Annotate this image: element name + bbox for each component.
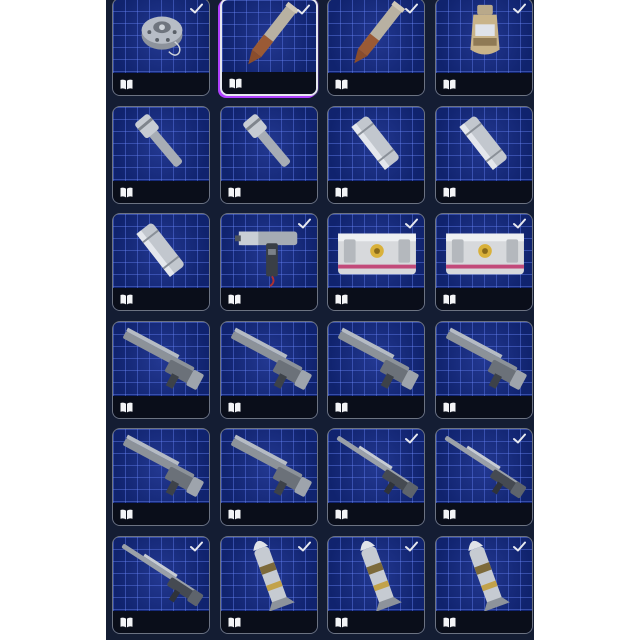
codex-book-icon <box>335 187 348 197</box>
item-tile[interactable] <box>327 428 425 526</box>
rifle-icon <box>445 327 527 390</box>
item-tile-footer <box>113 180 209 203</box>
codex-book-icon <box>120 79 133 90</box>
codex-book-icon <box>228 187 240 197</box>
item-tile[interactable] <box>219 428 318 526</box>
item-tile-footer <box>113 73 209 95</box>
item-tile-footer <box>113 395 209 418</box>
item-tile[interactable] <box>112 320 210 419</box>
checkmark-icon <box>405 433 418 444</box>
item-tile-footer <box>328 610 424 633</box>
item-tile-footer <box>328 395 424 418</box>
checkmark-icon <box>512 433 526 444</box>
codex-book-icon <box>443 79 455 90</box>
item-tile-footer <box>435 180 532 203</box>
item-tile-footer <box>220 180 317 203</box>
codex-book-icon <box>443 509 455 520</box>
item-tile[interactable] <box>112 0 210 96</box>
codex-book-icon <box>228 617 240 627</box>
canister-icon <box>136 223 184 277</box>
item-tile-footer <box>435 395 532 418</box>
item-tile[interactable] <box>219 0 318 96</box>
item-tile-footer <box>220 503 317 525</box>
item-tile[interactable] <box>219 105 318 204</box>
codex-book-icon <box>228 509 240 520</box>
item-tile-footer <box>220 610 317 633</box>
rifle-icon <box>230 327 312 390</box>
codex-book-icon <box>120 294 133 305</box>
item-tile[interactable] <box>434 428 533 526</box>
item-tile-footer <box>328 288 424 310</box>
item-tile-footer <box>435 288 532 310</box>
item-grid <box>106 0 534 640</box>
checkmark-icon <box>190 3 203 14</box>
checkmark-icon <box>405 3 418 14</box>
checkmark-icon <box>512 3 526 14</box>
codex-book-icon <box>335 79 348 90</box>
item-tile[interactable] <box>219 213 318 311</box>
item-tile[interactable] <box>434 0 533 96</box>
item-tile[interactable] <box>434 320 533 419</box>
checkmark-icon <box>512 218 526 229</box>
item-tile-footer <box>220 395 317 418</box>
item-tile[interactable] <box>327 0 425 96</box>
checkmark-icon <box>297 541 311 551</box>
grenade-icon <box>242 113 290 167</box>
item-tile-footer <box>328 180 424 203</box>
codex-book-icon <box>120 187 133 197</box>
item-tile[interactable] <box>327 320 425 419</box>
checkmark-icon <box>190 541 203 551</box>
item-tile[interactable] <box>327 213 425 311</box>
checkmark-icon <box>512 541 526 551</box>
item-tile[interactable] <box>112 535 210 634</box>
item-tile[interactable] <box>219 535 318 634</box>
item-tile[interactable] <box>434 535 533 634</box>
checkmark-icon <box>296 4 310 15</box>
item-tile[interactable] <box>112 213 210 311</box>
canister-icon <box>458 116 507 170</box>
codex-book-icon <box>120 509 133 520</box>
codex-book-icon <box>335 617 348 627</box>
codex-book-icon <box>443 187 455 197</box>
checkmark-icon <box>297 218 311 229</box>
rifle-icon <box>338 327 419 390</box>
item-tile-footer <box>435 503 532 525</box>
rifle-icon <box>123 327 204 390</box>
rifle-icon <box>230 434 312 497</box>
item-tile-footer <box>221 72 316 94</box>
item-tile[interactable] <box>434 105 533 204</box>
item-tile[interactable] <box>327 535 425 634</box>
item-tile-footer <box>328 73 424 95</box>
codex-book-icon <box>335 294 348 305</box>
codex-book-icon <box>443 402 455 412</box>
codex-book-icon <box>443 294 455 305</box>
item-tile-footer <box>220 288 317 310</box>
item-tile-footer <box>113 610 209 633</box>
item-tile[interactable] <box>434 213 533 311</box>
item-grid-panel <box>106 0 534 640</box>
item-tile-footer <box>435 73 532 95</box>
codex-book-icon <box>120 402 133 412</box>
codex-book-icon <box>120 617 133 627</box>
canister-icon <box>351 116 399 170</box>
item-tile[interactable] <box>112 428 210 526</box>
item-tile-footer <box>435 610 532 633</box>
checkmark-icon <box>405 541 418 551</box>
item-tile-footer <box>113 288 209 310</box>
item-tile[interactable] <box>327 105 425 204</box>
codex-book-icon <box>335 402 348 412</box>
codex-book-icon <box>229 78 241 89</box>
codex-book-icon <box>228 402 240 412</box>
checkmark-icon <box>405 218 418 229</box>
item-tile-footer <box>113 503 209 525</box>
codex-book-icon <box>335 509 348 520</box>
item-tile-footer <box>328 503 424 525</box>
rifle-icon <box>123 434 204 497</box>
item-tile[interactable] <box>219 320 318 419</box>
grenade-icon <box>135 113 183 167</box>
codex-book-icon <box>228 294 240 305</box>
codex-book-icon <box>443 617 455 627</box>
item-tile[interactable] <box>112 105 210 204</box>
